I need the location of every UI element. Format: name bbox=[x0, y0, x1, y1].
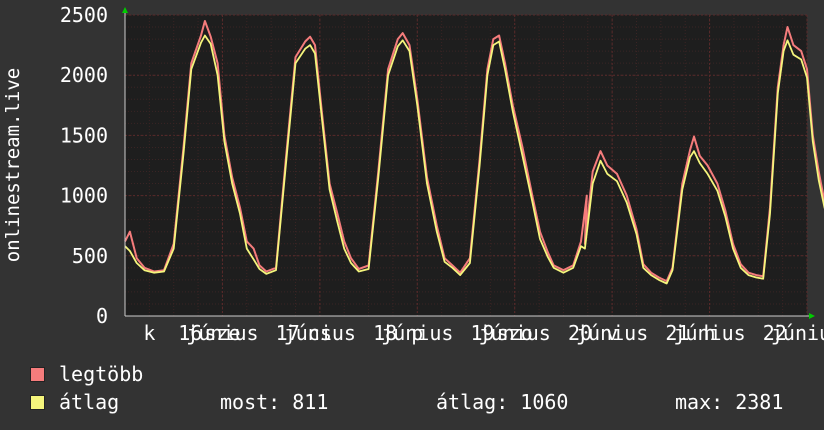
legend-swatch-legtobb bbox=[30, 366, 45, 382]
y-tick-label: 2500 bbox=[60, 3, 108, 27]
stat-max-label: max: bbox=[675, 390, 724, 414]
x-tick-label: k bbox=[143, 321, 155, 345]
x-tick-label: sze bbox=[204, 321, 240, 345]
x-tick-label: p bbox=[411, 321, 423, 345]
line-chart: 05001000150020002500k 16júniussze 17június… bbox=[60, 3, 824, 345]
legend-item-legtobb: legtöbb bbox=[30, 362, 143, 386]
stat-most-value: 811 bbox=[292, 390, 329, 414]
stat-most-label: most: bbox=[220, 390, 281, 414]
stat-atlag: átlag: 1060 bbox=[436, 390, 568, 414]
y-tick-label: 2000 bbox=[60, 63, 108, 87]
stat-max: max: 2381 bbox=[675, 390, 783, 414]
y-tick-label: 0 bbox=[96, 304, 108, 328]
chart-panel: onlinestream.live 0 500 1000 1500 2000 2500 k 1… bbox=[0, 0, 824, 430]
legend-swatch-atlag bbox=[30, 394, 45, 410]
y-tick-label: 1500 bbox=[60, 123, 108, 147]
x-tick-label: szo bbox=[497, 321, 533, 345]
stat-atlag-value: 1060 bbox=[520, 390, 569, 414]
x-tick-label: június bbox=[771, 321, 824, 345]
x-tick-label: cs bbox=[308, 321, 332, 345]
x-tick-label: v bbox=[606, 321, 618, 345]
x-tick-label: h bbox=[704, 321, 716, 345]
legend-label-legtobb: legtöbb bbox=[59, 362, 144, 386]
stat-most: most: 811 bbox=[220, 390, 328, 414]
y-tick-label: 500 bbox=[72, 244, 108, 268]
legend-label-atlag: átlag bbox=[59, 390, 120, 414]
x-axis-arrow bbox=[809, 313, 815, 319]
y-axis-arrow bbox=[122, 7, 128, 13]
legend-item-atlag: átlag bbox=[30, 390, 119, 414]
stat-max-value: 2381 bbox=[735, 390, 784, 414]
y-tick-label: 1000 bbox=[60, 184, 108, 208]
stat-atlag-label: átlag: bbox=[436, 390, 509, 414]
